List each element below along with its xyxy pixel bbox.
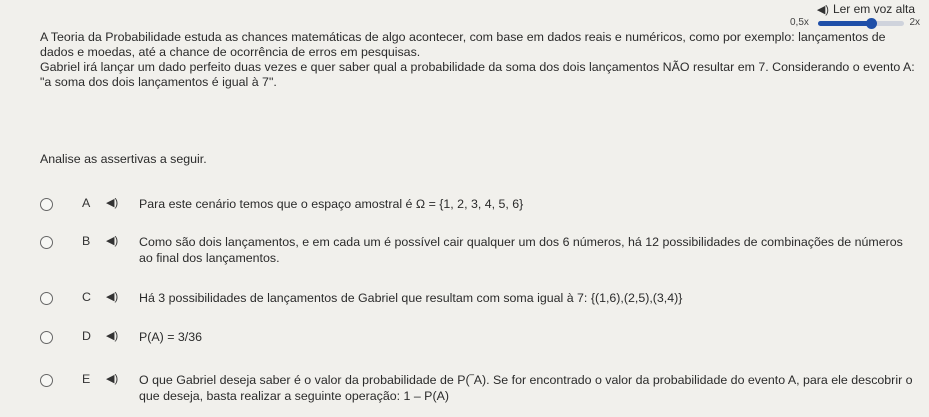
option-text: Para este cenário temos que o espaço amo… — [139, 197, 524, 211]
speaker-icon[interactable]: ◀) — [106, 234, 118, 247]
radio-option-c[interactable] — [40, 292, 53, 305]
option-letter: A — [82, 196, 91, 210]
speaker-icon[interactable]: ◀) — [106, 372, 118, 385]
read-aloud-label: Ler em voz alta — [832, 2, 915, 16]
question-prompt: Analise as assertivas a seguir. — [40, 152, 207, 166]
option-letter: D — [82, 329, 91, 343]
radio-option-e[interactable] — [40, 374, 53, 387]
option-letter: C — [82, 290, 91, 304]
option-text: Há 3 possibilidades de lançamentos de Ga… — [139, 291, 683, 305]
speed-max-label: 2x — [909, 17, 920, 28]
speaker-icon[interactable]: ◀) — [106, 196, 118, 209]
read-aloud-control[interactable]: ◀) Ler em voz alta — [817, 2, 915, 16]
question-paragraph-2: Gabriel irá lançar um dado perfeito duas… — [40, 60, 915, 89]
speaker-icon[interactable]: ◀) — [106, 290, 118, 303]
question-statement: A Teoria da Probabilidade estuda as chan… — [40, 30, 920, 90]
speed-slider-thumb[interactable] — [866, 18, 878, 29]
option-letter: E — [82, 372, 91, 386]
speaker-icon[interactable]: ◀) — [106, 329, 118, 342]
option-text: O que Gabriel deseja saber é o valor da … — [139, 373, 913, 403]
radio-option-a[interactable] — [40, 198, 53, 211]
option-text: Como são dois lançamentos, e em cada um … — [139, 235, 903, 265]
speed-slider[interactable] — [818, 18, 904, 29]
speed-slider-fill — [818, 21, 872, 26]
radio-option-d[interactable] — [40, 331, 53, 344]
speed-slider-row: 0,5x 2x — [790, 17, 920, 31]
speaker-icon[interactable]: ◀) — [817, 3, 829, 16]
question-paragraph-1: A Teoria da Probabilidade estuda as chan… — [40, 30, 886, 59]
option-letter: B — [82, 234, 91, 248]
option-text: P(A) = 3/36 — [139, 330, 203, 344]
radio-option-b[interactable] — [40, 236, 53, 249]
speed-min-label: 0,5x — [790, 17, 809, 28]
